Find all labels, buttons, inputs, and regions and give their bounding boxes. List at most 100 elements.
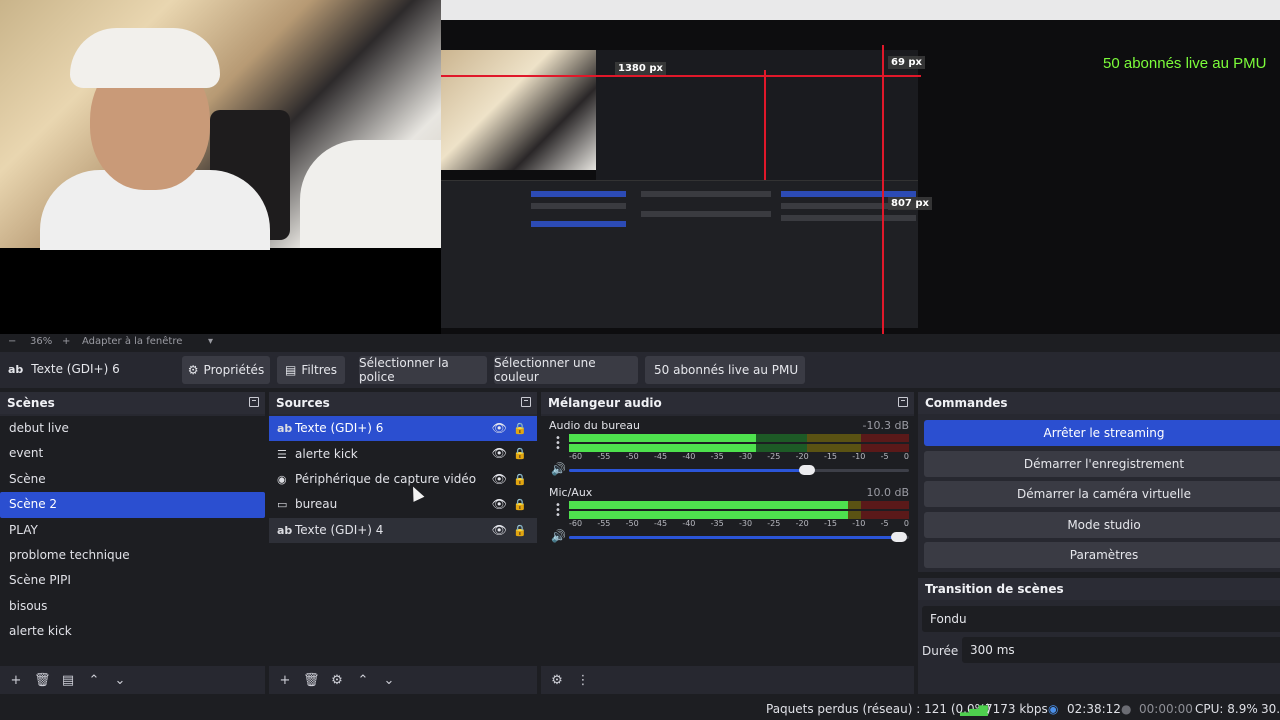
select-color-button[interactable]: Sélectionner une couleur — [494, 356, 638, 384]
obs-window: 1380 px 69 px 807 px 50 abonnés live au … — [0, 0, 1280, 720]
zoom-out-button[interactable]: − — [8, 336, 16, 347]
lock-icon[interactable]: 🔒 — [513, 416, 527, 441]
meter-tick-label: -30 — [738, 519, 753, 528]
source-item[interactable]: ☰ alerte kick 👁 🔒 — [269, 441, 537, 466]
add-icon[interactable]: + — [8, 673, 24, 688]
undock-icon[interactable] — [898, 397, 908, 407]
meter-tick-label: -40 — [682, 519, 696, 528]
source-item[interactable]: ▭ bureau 👁 🔒 — [269, 492, 537, 517]
lock-icon[interactable]: 🔒 — [513, 467, 527, 492]
chevron-down-icon[interactable]: ▾ — [208, 336, 213, 347]
sources-title: Sources — [269, 392, 537, 414]
channel-db: 10.0 dB — [866, 486, 909, 499]
meter-ticks: -60 -55 -50 -45 -40 -35 -30 -25 -20 -15 -10 -5 0 — [569, 519, 909, 528]
duration-field[interactable]: 300 ms — [962, 637, 1280, 663]
eye-icon[interactable]: 👁 — [492, 467, 507, 492]
meter-tick-label: -25 — [767, 519, 781, 528]
mixer-title-label: Mélangeur audio — [548, 396, 662, 410]
mixer-menu-icon[interactable]: ⋮ — [575, 673, 591, 688]
controls-title: Commandes — [918, 392, 1280, 414]
scene-item[interactable]: debut live — [0, 416, 265, 441]
meter-tick-label: -45 — [653, 519, 668, 528]
guide-line-vertical — [882, 45, 884, 334]
source-item[interactable]: ab Texte (GDI+) 4 👁 🔒 — [269, 517, 537, 543]
volume-knob[interactable] — [890, 532, 907, 542]
scene-item-selected[interactable]: Scène 2 — [0, 492, 265, 518]
scene-item[interactable]: bisous — [0, 594, 265, 619]
studio-mode-button[interactable]: Mode studio — [924, 512, 1280, 538]
eye-icon[interactable]: 👁 — [492, 518, 507, 543]
source-item[interactable]: ◉ Périphérique de capture vidéo 👁 🔒 — [269, 467, 537, 492]
level-meter — [569, 511, 909, 519]
trash-icon[interactable]: 🗑 — [34, 673, 51, 688]
meter-tick-label: -50 — [625, 452, 639, 461]
controls-title-label: Commandes — [925, 396, 1008, 410]
chevron-up-icon[interactable]: ⌃ — [86, 673, 102, 688]
undock-icon[interactable] — [521, 397, 531, 407]
filter-icon[interactable]: ▤ — [60, 673, 76, 688]
scene-item[interactable]: problome technique — [0, 543, 265, 568]
zoom-level: 36% — [30, 336, 53, 347]
volume-knob[interactable] — [799, 465, 815, 475]
eye-icon[interactable]: 👁 — [492, 416, 507, 441]
text-value-field[interactable]: 50 abonnés live au PMU — [645, 356, 805, 384]
selected-source-label: ab Texte (GDI+) 6 — [8, 362, 120, 376]
transitions-dock: Transition de scènes Fondu Durée 300 ms — [918, 578, 1280, 694]
meter-ticks: -60 -55 -50 -45 -40 -35 -30 -25 -20 -15 -10 -5 0 — [569, 452, 909, 461]
channel-menu-icon[interactable]: • • • — [555, 501, 561, 521]
volume-row: 🔊 — [549, 462, 909, 477]
sources-list: ab Texte (GDI+) 6 👁 🔒 ☰ alerte kick 👁 🔒 … — [269, 416, 537, 666]
meter-tick-label: -15 — [823, 452, 838, 461]
start-virtual-camera-button[interactable]: Démarrer la caméra virtuelle — [924, 481, 1280, 507]
channel-menu-icon[interactable]: • • • — [555, 434, 561, 454]
filters-button[interactable]: ▤ Filtres — [277, 356, 345, 384]
meter-tick-label: -55 — [597, 519, 611, 528]
duration-label: Durée — [922, 644, 959, 658]
stop-streaming-button[interactable]: Arrêter le streaming — [924, 420, 1280, 446]
scene-item[interactable]: event — [0, 441, 265, 466]
volume-slider[interactable] — [569, 465, 909, 475]
eye-icon[interactable]: 👁 — [492, 492, 507, 517]
cpu-usage: CPU: 8.9% — [1195, 702, 1258, 716]
lock-icon[interactable]: 🔒 — [513, 518, 527, 543]
select-font-button[interactable]: Sélectionner la police — [359, 356, 487, 384]
settings-button[interactable]: Paramètres — [924, 542, 1280, 568]
lock-icon[interactable]: 🔒 — [513, 441, 527, 466]
lock-icon[interactable]: 🔒 — [513, 492, 527, 517]
channel-name: Audio du bureau — [549, 419, 640, 432]
source-item-selected[interactable]: ab Texte (GDI+) 6 👁 🔒 — [269, 416, 537, 442]
meter-tick-label: -40 — [682, 452, 696, 461]
transition-type-select[interactable]: Fondu — [922, 606, 1280, 632]
guide-line-horizontal — [441, 75, 921, 77]
chevron-down-icon[interactable]: ⌄ — [381, 673, 397, 688]
scene-item[interactable]: Scène — [0, 467, 265, 492]
speaker-icon[interactable]: 🔊 — [551, 462, 566, 476]
add-icon[interactable]: + — [277, 673, 293, 688]
program-preview[interactable]: 1380 px 69 px 807 px 50 abonnés live au … — [0, 0, 1280, 334]
eye-icon[interactable]: 👁 — [492, 441, 507, 466]
properties-button[interactable]: ⚙ Propriétés — [182, 356, 270, 384]
source-label: Texte (GDI+) 6 — [295, 421, 384, 436]
live-icon: ◉ — [1048, 702, 1059, 716]
advanced-audio-icon[interactable]: ⚙ — [549, 673, 565, 688]
zoom-fit-select[interactable]: Adapter à la fenêtre — [82, 336, 182, 347]
record-time: 00:00:00 — [1139, 702, 1193, 716]
gear-icon[interactable]: ⚙ — [329, 673, 345, 688]
start-recording-button[interactable]: Démarrer l'enregistrement — [924, 451, 1280, 477]
volume-slider[interactable] — [569, 532, 909, 542]
zoom-in-button[interactable]: + — [62, 336, 70, 347]
trash-icon[interactable]: 🗑 — [303, 673, 320, 688]
meter-tick-label: -35 — [710, 519, 724, 528]
speaker-icon[interactable]: 🔊 — [551, 529, 566, 543]
chevron-down-icon[interactable]: ⌄ — [112, 673, 128, 688]
dimension-bottom-label: 807 px — [888, 197, 932, 210]
scene-item[interactable]: alerte kick — [0, 619, 265, 644]
status-bar: Paquets perdus (réseau) : 121 (0.0%) ▂▄▆… — [0, 698, 1280, 720]
scene-item[interactable]: Scène PIPI — [0, 568, 265, 593]
filter-icon: ▤ — [284, 363, 297, 377]
chevron-up-icon[interactable]: ⌃ — [355, 673, 371, 688]
scene-item[interactable]: PLAY — [0, 518, 265, 543]
sources-dock: Sources ab Texte (GDI+) 6 👁 🔒 ☰ alerte k… — [269, 392, 537, 694]
scenes-list: debut live event Scène Scène 2 PLAY prob… — [0, 416, 265, 666]
undock-icon[interactable] — [249, 397, 259, 407]
